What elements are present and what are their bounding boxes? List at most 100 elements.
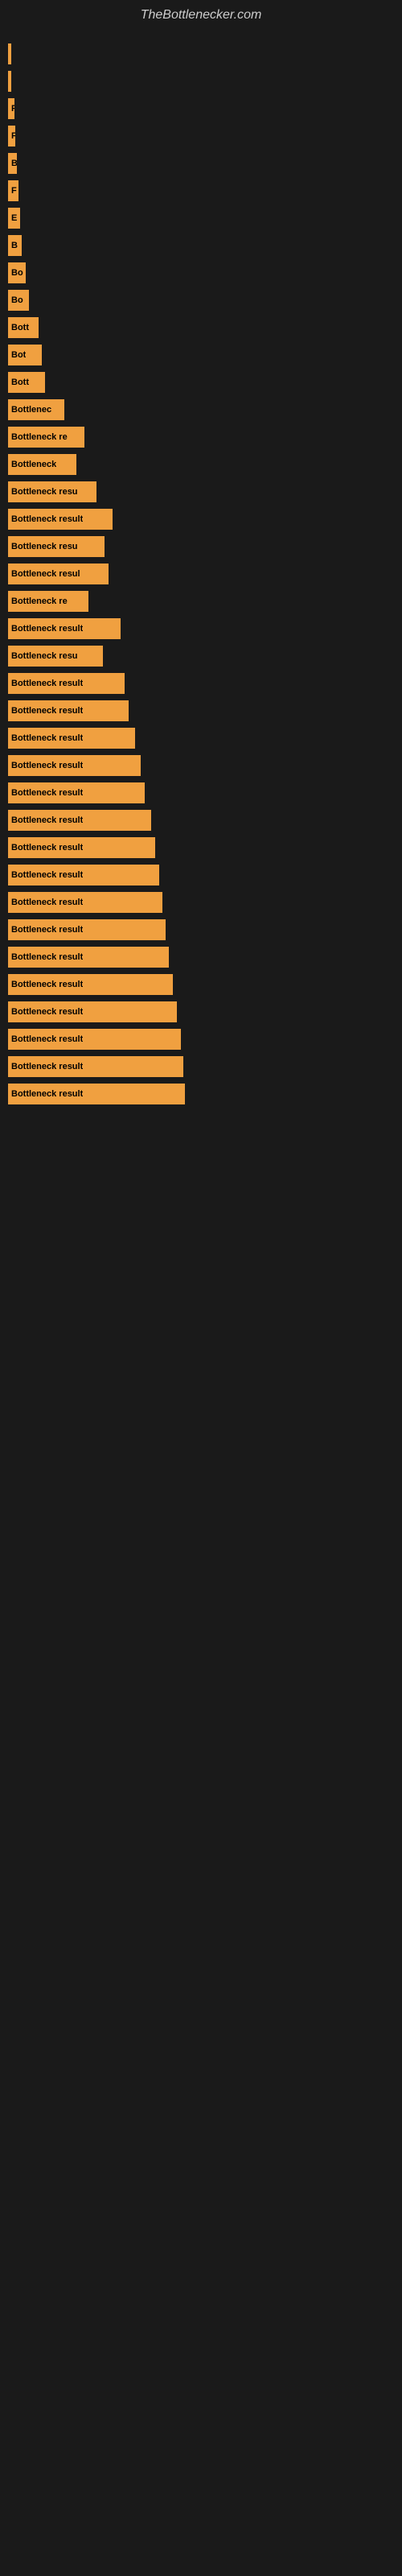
bar-fill: Bo bbox=[8, 262, 26, 283]
bar-row: Bott bbox=[8, 371, 386, 394]
bar-label: Bo bbox=[11, 268, 23, 278]
bar-label: Bottleneck re bbox=[11, 432, 68, 442]
bar-fill bbox=[8, 43, 11, 64]
bar-fill: F bbox=[8, 98, 14, 119]
bar-label: Bottleneck result bbox=[11, 679, 83, 688]
bar-label: Bottleneck result bbox=[11, 706, 83, 716]
bar-fill: Bottleneck result bbox=[8, 892, 162, 913]
bar-fill: E bbox=[8, 208, 20, 229]
bar-fill: Bottleneck result bbox=[8, 837, 155, 858]
bar-label: Bott bbox=[11, 323, 29, 332]
bar-row: Bottleneck result bbox=[8, 1083, 386, 1105]
bar-row: Bottleneck resul bbox=[8, 563, 386, 585]
bar-label: B bbox=[11, 159, 17, 168]
bar-fill: Bottleneck result bbox=[8, 509, 113, 530]
bar-fill: Bottleneck result bbox=[8, 618, 121, 639]
bar-fill: Bottleneck result bbox=[8, 1084, 185, 1104]
bar-row: F bbox=[8, 125, 386, 147]
bar-row bbox=[8, 43, 386, 65]
bar-label: Bottleneck result bbox=[11, 870, 83, 880]
bar-fill: Bottleneck resul bbox=[8, 564, 109, 584]
bar-fill: Bottlenec bbox=[8, 399, 64, 420]
bar-row: Bottleneck resu bbox=[8, 535, 386, 558]
bar-row: E bbox=[8, 207, 386, 229]
chart-container: F F B F E B Bo Bo Bott Bot Bott Bottlenec Bottleneck… bbox=[0, 35, 402, 1126]
bar-fill: Bottleneck result bbox=[8, 673, 125, 694]
bar-fill: B bbox=[8, 235, 22, 256]
bar-fill: Bottleneck re bbox=[8, 591, 88, 612]
bar-fill: Bott bbox=[8, 317, 39, 338]
bar-row: Bottleneck bbox=[8, 453, 386, 476]
bar-fill: Bottleneck result bbox=[8, 947, 169, 968]
bar-row: Bottleneck result bbox=[8, 836, 386, 859]
bar-row: Bottleneck result bbox=[8, 1028, 386, 1051]
bar-label: Bottleneck bbox=[11, 460, 56, 469]
bar-label: F bbox=[11, 131, 15, 141]
bar-label: Bottleneck re bbox=[11, 597, 68, 606]
bar-fill: Bottleneck result bbox=[8, 755, 141, 776]
bar-row: Bo bbox=[8, 289, 386, 312]
bar-row: F bbox=[8, 97, 386, 120]
bar-fill: Bottleneck result bbox=[8, 1001, 177, 1022]
bar-label: Bottleneck result bbox=[11, 1062, 83, 1071]
bar-row: Bottleneck result bbox=[8, 700, 386, 722]
bar-fill: F bbox=[8, 180, 18, 201]
bar-fill bbox=[8, 71, 11, 92]
bar-row: Bo bbox=[8, 262, 386, 284]
bar-label: Bottleneck resu bbox=[11, 651, 78, 661]
bar-fill: B bbox=[8, 153, 17, 174]
bar-fill: F bbox=[8, 126, 15, 147]
bar-row: Bottleneck result bbox=[8, 617, 386, 640]
bar-row: Bot bbox=[8, 344, 386, 366]
bar-row: Bottleneck result bbox=[8, 782, 386, 804]
bar-fill: Bott bbox=[8, 372, 45, 393]
bar-label: Bottleneck resu bbox=[11, 542, 78, 551]
bar-label: Bottleneck result bbox=[11, 733, 83, 743]
bar-label: Bottleneck result bbox=[11, 815, 83, 825]
bar-fill: Bottleneck result bbox=[8, 865, 159, 886]
bar-fill: Bottleneck bbox=[8, 454, 76, 475]
bar-fill: Bottleneck result bbox=[8, 919, 166, 940]
bar-label: B bbox=[11, 241, 18, 250]
bar-label: Bottleneck result bbox=[11, 980, 83, 989]
bar-label: Bottleneck result bbox=[11, 843, 83, 852]
bar-label: Bottleneck result bbox=[11, 788, 83, 798]
bar-row: B bbox=[8, 152, 386, 175]
bar-label: Bottleneck result bbox=[11, 624, 83, 634]
bar-row: Bottleneck result bbox=[8, 973, 386, 996]
bar-label: F bbox=[11, 186, 17, 196]
bar-label: Bo bbox=[11, 295, 23, 305]
bar-label: Bottleneck result bbox=[11, 514, 83, 524]
bar-label: Bottleneck resul bbox=[11, 569, 80, 579]
bar-row: F bbox=[8, 180, 386, 202]
bar-fill: Bottleneck re bbox=[8, 427, 84, 448]
bar-row: Bottleneck result bbox=[8, 1055, 386, 1078]
bar-row: Bottlenec bbox=[8, 398, 386, 421]
bar-label: Bott bbox=[11, 378, 29, 387]
bar-row: Bottleneck result bbox=[8, 754, 386, 777]
site-title-container: TheBottlenecker.com bbox=[0, 0, 402, 35]
bar-row: Bottleneck result bbox=[8, 919, 386, 941]
bar-label: E bbox=[11, 213, 17, 223]
bar-label: Bottleneck result bbox=[11, 898, 83, 907]
bar-fill: Bottleneck result bbox=[8, 782, 145, 803]
bar-row: Bottleneck result bbox=[8, 508, 386, 530]
bar-row: Bottleneck result bbox=[8, 891, 386, 914]
bar-fill: Bo bbox=[8, 290, 29, 311]
bar-row: Bottleneck result bbox=[8, 946, 386, 968]
bar-row: Bott bbox=[8, 316, 386, 339]
bar-row: Bottleneck result bbox=[8, 864, 386, 886]
bar-row: Bottleneck resu bbox=[8, 645, 386, 667]
bar-fill: Bottleneck resu bbox=[8, 646, 103, 667]
bar-label: Bottleneck result bbox=[11, 952, 83, 962]
bar-label: Bottleneck result bbox=[11, 1007, 83, 1017]
bar-label: F bbox=[11, 104, 14, 114]
bar-row: Bottleneck re bbox=[8, 590, 386, 613]
bar-fill: Bottleneck resu bbox=[8, 481, 96, 502]
bar-row: B bbox=[8, 234, 386, 257]
bar-label: Bottleneck result bbox=[11, 1034, 83, 1044]
bar-label: Bottleneck result bbox=[11, 925, 83, 935]
bar-fill: Bot bbox=[8, 345, 42, 365]
bar-row bbox=[8, 70, 386, 93]
bar-fill: Bottleneck result bbox=[8, 700, 129, 721]
